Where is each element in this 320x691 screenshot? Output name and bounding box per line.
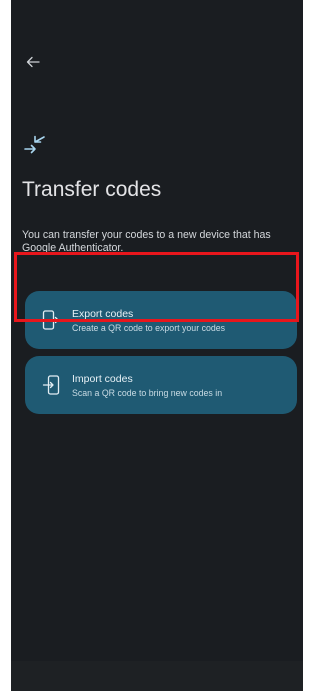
export-codes-title: Export codes: [72, 308, 134, 320]
phone-export-icon: [42, 310, 59, 330]
page-description: You can transfer your codes to a new dev…: [22, 229, 271, 254]
import-codes-title: Import codes: [72, 373, 133, 385]
page-title: Transfer codes: [22, 178, 162, 201]
back-button[interactable]: [21, 50, 45, 74]
transfer-arrows-icon: [24, 135, 45, 154]
import-codes-subtitle: Scan a QR code to bring new codes in: [72, 388, 223, 398]
phone-import-icon: [42, 375, 60, 395]
import-codes-card[interactable]: Import codes Scan a QR code to bring new…: [25, 356, 297, 414]
system-navigation-bar: [11, 661, 303, 691]
export-codes-subtitle: Create a QR code to export your codes: [72, 323, 226, 333]
transfer-codes-screen: Transfer codes You can transfer your cod…: [11, 0, 303, 691]
export-codes-card[interactable]: Export codes Create a QR code to export …: [25, 291, 297, 349]
arrow-left-icon: [26, 56, 40, 68]
